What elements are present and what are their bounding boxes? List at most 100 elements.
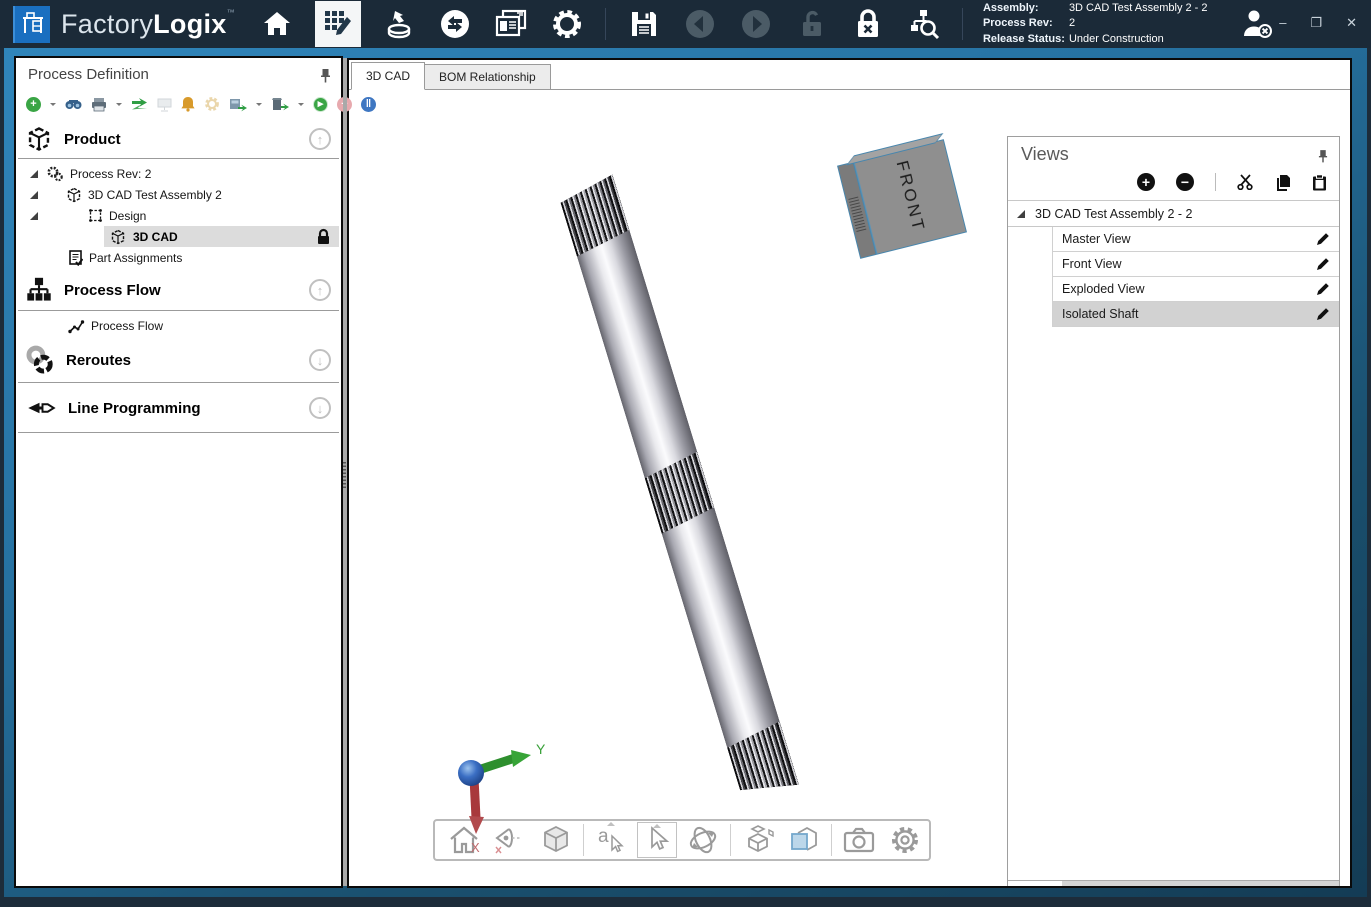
edit-pencil-icon[interactable] [1316, 232, 1330, 246]
transfer-icon [439, 8, 471, 40]
materials-button[interactable] [381, 6, 417, 42]
panel-toolbar: + [26, 96, 376, 112]
check-out-dropdown[interactable] [256, 103, 262, 109]
print-dropdown[interactable] [116, 103, 122, 109]
settings-button[interactable] [549, 6, 585, 42]
edit-pencil-icon[interactable] [1316, 307, 1330, 321]
tree-item-3dcad-selected[interactable]: 3D CAD [104, 226, 339, 247]
hold-button[interactable]: ‖ [361, 97, 376, 112]
check-in-icon[interactable] [271, 97, 289, 112]
alerts-bell-icon[interactable] [181, 96, 195, 112]
tree-item-process-rev[interactable]: Process Rev: 2 [16, 163, 341, 184]
minimize-button[interactable]: – [1279, 16, 1286, 29]
lock-discard-button[interactable] [850, 6, 886, 42]
expander-icon[interactable] [30, 191, 38, 199]
add-dropdown[interactable] [50, 103, 56, 109]
tree-item-label: 3D CAD [133, 230, 178, 244]
product-section-header[interactable]: Product ↑ [16, 122, 341, 156]
tree-item-design[interactable]: Design [16, 205, 341, 226]
view-orientation-cube[interactable]: FRONT [837, 139, 967, 259]
view-row-exploded[interactable]: Exploded View [1053, 277, 1339, 302]
home-button[interactable] [259, 6, 295, 42]
where-used-search-button[interactable] [906, 6, 942, 42]
views-toolbar: + − [1137, 173, 1327, 191]
save-button[interactable] [626, 6, 662, 42]
line-programming-section-header[interactable]: Line Programming ↓ [16, 390, 341, 426]
view-row-front[interactable]: Front View [1053, 252, 1339, 277]
views-panel: Views + − [1007, 136, 1340, 886]
expander-icon[interactable] [1017, 210, 1025, 218]
tab-part-tree[interactable]: Part Tree [1062, 881, 1133, 886]
section-label: Line Programming [68, 400, 201, 417]
check-in-dropdown[interactable] [298, 103, 304, 109]
add-button[interactable]: + [26, 97, 41, 112]
cad-viewport[interactable]: FRONT Y X [349, 91, 1350, 886]
y-axis-label: Y [536, 741, 546, 757]
add-view-button[interactable]: + [1137, 173, 1155, 191]
views-pin-button[interactable] [1318, 149, 1328, 163]
collapse-up-button[interactable]: ↑ [309, 128, 331, 150]
tab-views[interactable]: Views [1008, 881, 1062, 886]
reorganize-icon[interactable] [131, 97, 148, 112]
titlebar-toolbar [259, 0, 963, 48]
select-cursor-icon [644, 825, 670, 855]
process-definition-button[interactable] [315, 1, 361, 47]
panel-splitter[interactable] [343, 58, 347, 886]
tab-bom-relationship[interactable]: BOM Relationship [425, 64, 551, 90]
x-axis-arrow [469, 816, 484, 834]
section-face-button[interactable] [781, 821, 827, 859]
unlock-button[interactable] [794, 6, 830, 42]
expand-down-button[interactable]: ↓ [309, 349, 331, 371]
edit-pencil-icon[interactable] [1316, 282, 1330, 296]
flow-path-icon [68, 318, 85, 334]
tab-3d-cad[interactable]: 3D CAD [351, 62, 425, 90]
panel-title: Process Definition [28, 66, 149, 83]
print-icon[interactable] [91, 97, 107, 112]
documents-button[interactable] [493, 6, 529, 42]
back-button[interactable] [682, 6, 718, 42]
tree-item-part-assignments[interactable]: Part Assignments [16, 247, 341, 268]
reroutes-section-header[interactable]: Reroutes ↓ [16, 342, 341, 378]
explode-view-button[interactable] [735, 821, 781, 859]
process-flow-section-header[interactable]: Process Flow ↑ [16, 272, 341, 308]
shaft-model[interactable] [557, 174, 799, 801]
view-row-isolated-shaft-selected[interactable]: Isolated Shaft [1053, 302, 1339, 327]
settings-pale-gear-icon[interactable] [204, 96, 220, 112]
orbit-icon [686, 824, 720, 856]
shaft-knurl-bottom [724, 721, 799, 801]
transfer-button[interactable] [437, 6, 473, 42]
dropdown-caret[interactable] [653, 824, 661, 828]
viewport-settings-button[interactable] [882, 821, 928, 859]
remove-view-button[interactable]: − [1176, 173, 1194, 191]
edit-pencil-icon[interactable] [1316, 257, 1330, 271]
tree-item-process-flow[interactable]: Process Flow [16, 314, 341, 338]
select-button-selected[interactable] [637, 822, 677, 858]
cut-scissors-icon[interactable] [1237, 174, 1254, 190]
views-root-label: 3D CAD Test Assembly 2 - 2 [1035, 207, 1192, 221]
close-button[interactable]: ✕ [1346, 16, 1357, 29]
view-row-master[interactable]: Master View [1053, 227, 1339, 252]
presentation-icon[interactable] [157, 97, 172, 112]
viewport-gear-icon [889, 824, 921, 856]
line-programming-icon [26, 397, 56, 419]
paste-clipboard-icon[interactable] [1312, 174, 1327, 191]
maximize-button[interactable]: ❐ [1310, 16, 1322, 29]
expand-down-button[interactable]: ↓ [309, 397, 331, 419]
select-label-button[interactable]: a [588, 821, 634, 859]
tree-item-assembly[interactable]: 3D CAD Test Assembly 2 [16, 184, 341, 205]
check-out-icon[interactable] [229, 97, 247, 112]
snapshot-button[interactable] [836, 821, 882, 859]
expander-icon[interactable] [30, 212, 38, 220]
expander-icon[interactable] [30, 170, 38, 178]
dropdown-caret[interactable] [607, 822, 615, 826]
home-icon [262, 10, 292, 38]
release-button[interactable]: ▸ [313, 97, 328, 112]
pin-button[interactable] [320, 68, 331, 83]
forward-button[interactable] [738, 6, 774, 42]
logoff-user-button[interactable] [1241, 8, 1275, 40]
orbit-button[interactable] [680, 821, 726, 859]
views-root-node[interactable]: 3D CAD Test Assembly 2 - 2 [1008, 200, 1339, 227]
collapse-up-button[interactable]: ↑ [309, 279, 331, 301]
find-icon[interactable] [65, 97, 82, 111]
copy-icon[interactable] [1275, 174, 1291, 191]
